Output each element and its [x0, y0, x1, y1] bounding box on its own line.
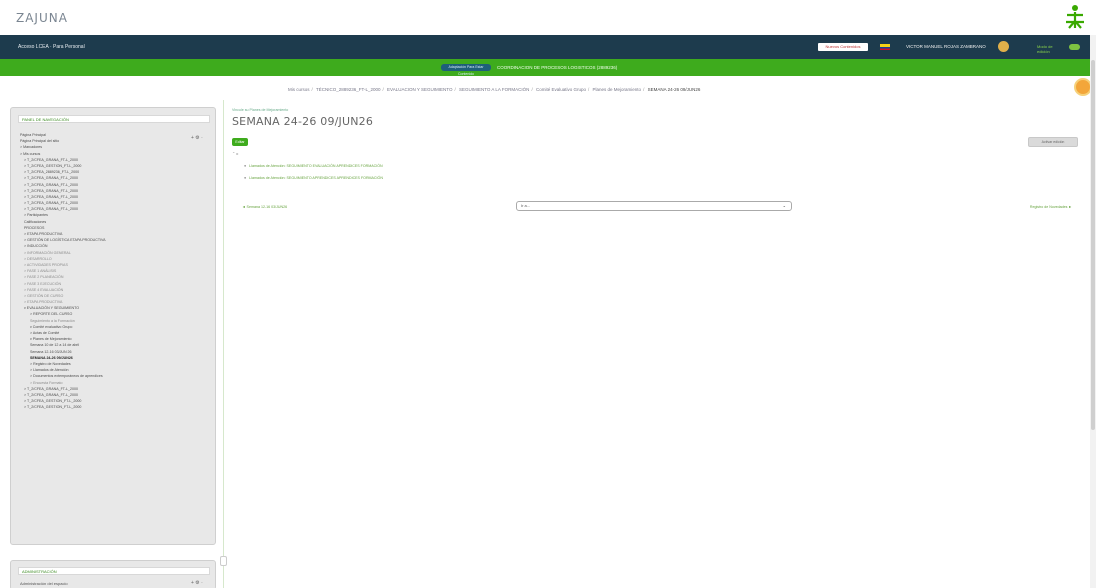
collapse-toggle-icon[interactable]: ⌃ ▸ — [232, 151, 238, 156]
admin-item[interactable]: Administración del espacio — [20, 581, 68, 586]
page-title: SEMANA 24-26 09/JUN26 — [232, 115, 374, 128]
jump-to-value: Ir a... — [521, 203, 531, 208]
user-avatar[interactable] — [998, 41, 1009, 52]
section-link[interactable]: Vincule su Planes de Mejoramiento — [232, 108, 288, 112]
breadcrumb-item[interactable]: Mis cursos — [288, 87, 310, 92]
edit-mode-toggle[interactable] — [1069, 44, 1080, 50]
sena-logo-icon[interactable] — [1062, 4, 1088, 30]
breadcrumb-item[interactable]: Comité Evaluativo Grupo — [536, 87, 586, 92]
edit-mode-label: Modo de edición — [1037, 44, 1053, 54]
breadcrumb-separator: / — [531, 87, 533, 92]
logo-header: ZAJUNA — [0, 0, 1096, 35]
activity-item[interactable]: ● Llamados de Atención: SEGUIMIENTO APREN… — [244, 176, 383, 180]
panel-collapse-handle[interactable] — [220, 556, 227, 566]
course-header-bar: Adaptación Para Estar Contenido COORDINA… — [0, 59, 1096, 76]
breadcrumb-item[interactable]: SEGUIMIENTO A LA FORMACIÓN — [459, 87, 529, 92]
navigation-panel-title: PANEL DE NAVEGACIÓN — [18, 115, 210, 123]
breadcrumb-current: SEMANA 24-26 09/JUN26 — [647, 87, 701, 92]
breadcrumb-separator: / — [588, 87, 590, 92]
breadcrumb-separator: / — [454, 87, 456, 92]
panel-divider — [223, 100, 224, 588]
breadcrumb-item[interactable]: TÉCNICO_2889236_FT-L_2000 — [316, 87, 381, 92]
tree-item[interactable]: > T_2/CFEA_GESTION_FT-L_2000 — [20, 404, 210, 410]
activity-navigation: ◄ Semana 12-16 03/JUN26 Ir a... ⌄ Regist… — [230, 201, 1086, 213]
chevron-down-icon: ⌄ — [782, 203, 786, 208]
breadcrumb-separator: / — [643, 87, 645, 92]
new-content-button[interactable]: Nuevos Contenidos — [818, 43, 868, 51]
next-activity-link[interactable]: Registro de Novedades ► — [1030, 205, 1072, 209]
breadcrumb-item[interactable]: Planes de Mejoramiento — [593, 87, 642, 92]
navigation-panel: PANEL DE NAVEGACIÓN + ⚙ · Página Princip… — [10, 107, 216, 545]
adapt-view-button[interactable]: Adaptación Para Estar Contenido — [441, 64, 491, 76]
language-flag-icon[interactable] — [880, 44, 890, 50]
page-scrollbar-thumb[interactable] — [1091, 60, 1095, 430]
breadcrumb-item[interactable]: EVALUACION Y SEGUIMIENTO — [387, 87, 452, 92]
previous-activity-link[interactable]: ◄ Semana 12-16 03/JUN26 — [242, 205, 287, 209]
breadcrumb: Mis cursos / TÉCNICO_2889236_FT-L_2000/ E… — [288, 87, 700, 92]
user-name[interactable]: VICTOR MANUEL ROJAS ZAMBRANO — [906, 44, 986, 49]
jump-to-select[interactable]: Ir a... ⌄ — [516, 201, 792, 211]
breadcrumb-separator: / — [311, 87, 313, 92]
turn-editing-on-button[interactable]: Activar edición — [1028, 137, 1078, 147]
panel-actions-icon[interactable]: + ⚙ · — [191, 580, 203, 586]
navigation-tree: Página Principal Página Principal del sit… — [20, 132, 210, 410]
site-logo[interactable]: ZAJUNA — [16, 11, 68, 25]
activity-bullet-icon: ● — [244, 176, 247, 180]
activity-link[interactable]: Llamados de Atención: SEGUIMIENTO EVALUA… — [249, 164, 382, 168]
activity-item[interactable]: ● Llamados de Atención: SEGUIMIENTO EVALU… — [244, 164, 383, 168]
course-name: COORDINACION DE PROCESOS LOGISTICOS (288… — [497, 65, 618, 70]
breadcrumb-separator: / — [382, 87, 384, 92]
top-navigation-bar: Acceso LCEA · Para Personal Nuevos Conte… — [0, 35, 1096, 59]
administration-panel: ADMINISTRACIÓN Administración del espaci… — [10, 560, 216, 588]
main-content: Vincule su Planes de Mejoramiento SEMANA… — [230, 107, 1086, 547]
edit-button[interactable]: Editar — [232, 138, 248, 146]
site-name-link[interactable]: Acceso LCEA · Para Personal — [18, 44, 85, 50]
administration-panel-title: ADMINISTRACIÓN — [18, 567, 210, 575]
activity-link[interactable]: Llamados de Atención: SEGUIMIENTO APREND… — [249, 176, 383, 180]
activity-bullet-icon: ● — [244, 164, 247, 168]
